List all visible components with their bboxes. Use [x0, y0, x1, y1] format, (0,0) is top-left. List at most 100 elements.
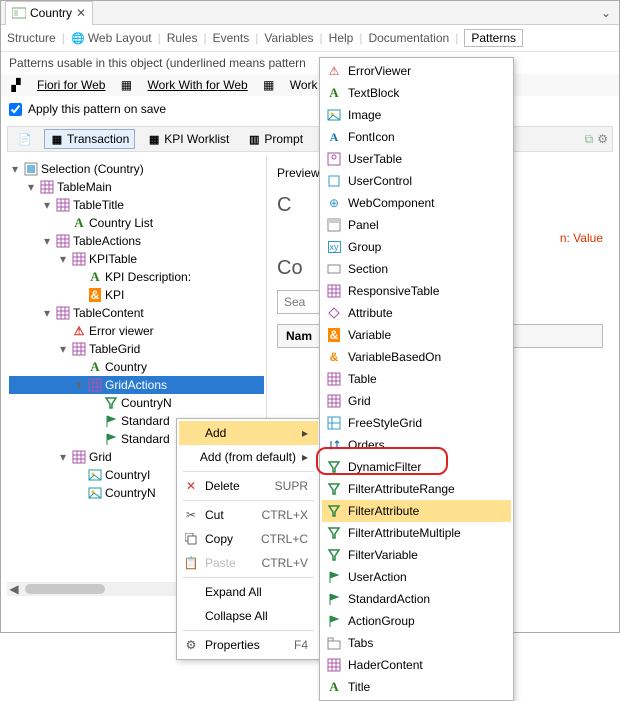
tb-prompt[interactable]: ▥Prompt — [241, 129, 309, 149]
context-menu[interactable]: Add▸Add (from default)▸ ✕DeleteSUPR ✂CutCT… — [176, 418, 321, 660]
tree-row-2[interactable]: ▾TableTitle — [9, 196, 264, 214]
submenu-label: Variable — [348, 328, 391, 342]
tree-label: Country — [105, 360, 147, 374]
tree-row-6[interactable]: AKPI Description: — [9, 268, 264, 286]
tree-row-10[interactable]: ▾TableGrid — [9, 340, 264, 358]
fiori-icon: ▞ — [9, 78, 23, 92]
tree-row-5[interactable]: ▾ KPITable — [9, 250, 264, 268]
tree-twisty[interactable]: ▾ — [41, 198, 53, 212]
add-submenu[interactable]: ⚠ErrorViewerATextBlockImageAFontIconUser… — [319, 57, 514, 701]
submenu-variable[interactable]: &Variable — [322, 324, 511, 346]
submenu-grid[interactable]: Grid — [322, 390, 511, 412]
tb-transaction[interactable]: ▦Transaction — [44, 129, 135, 149]
submenu-label: FreeStyleGrid — [348, 416, 422, 430]
submenu-fonticon[interactable]: AFontIcon — [322, 126, 511, 148]
ctx-label: Delete — [205, 479, 240, 493]
amp-icon: & — [326, 328, 342, 342]
submenu-table[interactable]: Table — [322, 368, 511, 390]
tree-twisty[interactable]: ▾ — [57, 450, 69, 464]
submenu-freestylegrid[interactable]: FreeStyleGrid — [322, 412, 511, 434]
ctx-expand-all[interactable]: Expand All — [179, 580, 318, 604]
scroll-left-icon[interactable]: ◀ — [7, 582, 21, 596]
link-work-with-for-web[interactable]: Work With for Web — [147, 78, 247, 92]
tree-row-4[interactable]: ▾TableActions — [9, 232, 264, 250]
subtab-documentation[interactable]: Documentation — [368, 31, 449, 45]
tree-twisty[interactable]: ▾ — [25, 180, 37, 194]
submenu-responsivetable[interactable]: ResponsiveTable — [322, 280, 511, 302]
tree-row-7[interactable]: &KPI — [9, 286, 264, 304]
tree-twisty[interactable]: ▾ — [57, 252, 69, 266]
subtab-help[interactable]: Help — [329, 31, 354, 45]
document-tab-country[interactable]: Country ✕ — [5, 1, 93, 25]
link-fiori-for-web[interactable]: Fiori for Web — [37, 78, 105, 92]
submenu-label: Section — [348, 262, 388, 276]
submenu-useraction[interactable]: UserAction — [322, 566, 511, 588]
tree-row-1[interactable]: ▾TableMain — [9, 178, 264, 196]
tree-twisty[interactable]: ▾ — [41, 306, 53, 320]
submenu-textblock[interactable]: ATextBlock — [322, 82, 511, 104]
submenu-filterattribute[interactable]: FilterAttribute — [322, 500, 511, 522]
subtab-patterns[interactable]: Patterns — [464, 29, 523, 47]
subtab-events[interactable]: Events — [213, 31, 250, 45]
gear-icon[interactable]: ⚙ — [597, 132, 608, 147]
tree-row-0[interactable]: ▾Selection (Country) — [9, 160, 264, 178]
tree-label: KPITable — [89, 252, 137, 266]
tree-twisty[interactable]: ▾ — [9, 162, 21, 176]
ctx-copy[interactable]: CopyCTRL+C — [179, 527, 318, 551]
submenu-variablebasedon[interactable]: &VariableBasedOn — [322, 346, 511, 368]
submenu-tabs[interactable]: Tabs — [322, 632, 511, 654]
tree-row-3[interactable]: ACountry List — [9, 214, 264, 232]
add-icon[interactable]: ⧉ — [585, 132, 594, 147]
submenu-title[interactable]: ATitle — [322, 676, 511, 698]
submenu-filterattributerange[interactable]: FilterAttributeRange — [322, 478, 511, 500]
ctx-properties[interactable]: ⚙PropertiesF4 — [179, 633, 318, 657]
tree-row-8[interactable]: ▾TableContent — [9, 304, 264, 322]
submenu-usertable[interactable]: UserTable — [322, 148, 511, 170]
ctx-cut[interactable]: ✂CutCTRL+X — [179, 503, 318, 527]
tree-twisty[interactable]: ▾ — [57, 342, 69, 356]
tree-row-12[interactable]: ▾GridActions — [9, 376, 264, 394]
ctx-shortcut: CTRL+V — [262, 556, 308, 570]
submenu-panel[interactable]: Panel — [322, 214, 511, 236]
tree-row-13[interactable]: CountryN — [9, 394, 264, 412]
scroll-thumb[interactable] — [25, 584, 105, 594]
ctx-label: Copy — [205, 532, 233, 546]
tree-row-11[interactable]: ACountry — [9, 358, 264, 376]
submenu-group[interactable]: xyGroup — [322, 236, 511, 258]
submenu-orders[interactable]: Orders — [322, 434, 511, 456]
ww2-icon: ▦ — [262, 78, 276, 92]
subtab-variables[interactable]: Variables — [264, 31, 313, 45]
submenu-section[interactable]: Section — [322, 258, 511, 280]
submenu-label: StandardAction — [348, 592, 430, 606]
tree-twisty[interactable]: ▾ — [41, 234, 53, 248]
submenu-errorviewer[interactable]: ⚠ErrorViewer — [322, 60, 511, 82]
submenu-dynamicfilter[interactable]: DynamicFilter — [322, 456, 511, 478]
submenu-image[interactable]: Image — [322, 104, 511, 126]
ctx-collapse-all[interactable]: Collapse All — [179, 604, 318, 628]
submenu-standardaction[interactable]: StandardAction — [322, 588, 511, 610]
ctx-delete[interactable]: ✕DeleteSUPR — [179, 474, 318, 498]
chevron-down-icon[interactable]: ⌄ — [597, 6, 615, 20]
submenu-filterattributemultiple[interactable]: FilterAttributeMultiple — [322, 522, 511, 544]
tb-kpi-worklist[interactable]: ▦KPI Worklist — [141, 129, 235, 149]
submenu-actiongroup[interactable]: ActionGroup — [322, 610, 511, 632]
tb-unknown-1[interactable]: 📄 — [12, 129, 38, 149]
submenu-filtervariable[interactable]: FilterVariable — [322, 544, 511, 566]
A-icon: A — [326, 85, 342, 101]
tree-row-9[interactable]: ⚠Error viewer — [9, 322, 264, 340]
subtab-rules[interactable]: Rules — [167, 31, 198, 45]
submenu-hadercontent[interactable]: HaderContent — [322, 654, 511, 676]
apply-pattern-checkbox[interactable] — [9, 103, 22, 116]
ctx-add[interactable]: Add▸ — [179, 421, 318, 445]
tree-twisty[interactable]: ▾ — [73, 378, 85, 392]
subtab-weblayout[interactable]: 🌐Web Layout — [71, 31, 152, 45]
ctx-add-from-default-[interactable]: Add (from default)▸ — [179, 445, 318, 469]
uc-icon — [326, 174, 342, 188]
submenu-webcomponent[interactable]: ⊕WebComponent — [322, 192, 511, 214]
submenu-usercontrol[interactable]: UserControl — [322, 170, 511, 192]
subtab-structure[interactable]: Structure — [7, 31, 56, 45]
close-tab-icon[interactable]: ✕ — [76, 6, 86, 20]
ctx-label: Add (from default) — [200, 450, 296, 464]
submenu-attribute[interactable]: Attribute — [322, 302, 511, 324]
flag-icon — [104, 414, 118, 428]
